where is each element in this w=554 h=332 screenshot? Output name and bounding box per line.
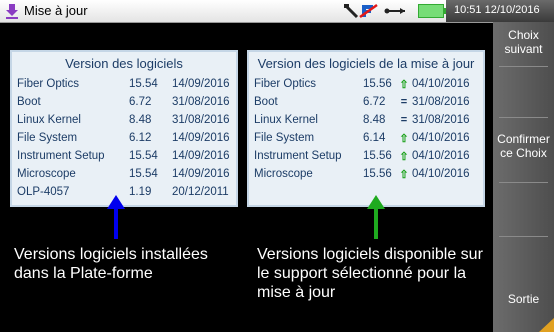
software-date: 31/08/2016 — [172, 114, 230, 126]
divider — [499, 182, 548, 183]
software-name: Fiber Optics — [17, 78, 79, 90]
softkey-sidebar: Choix suivant Confirmer ce Choix Sortie — [493, 22, 554, 332]
software-version: 6.12 — [129, 132, 152, 144]
software-name: Linux Kernel — [254, 114, 318, 126]
software-date: 31/08/2016 — [412, 96, 470, 108]
software-name: Microscope — [17, 168, 76, 180]
software-date: 14/09/2016 — [172, 132, 230, 144]
software-version: 15.54 — [129, 168, 158, 180]
window-title: Mise à jour — [24, 3, 88, 18]
software-version: 6.72 — [129, 96, 152, 108]
equal-icon: = — [400, 114, 408, 126]
table-row: Linux Kernel 8.48 31/08/2016 — [12, 114, 236, 132]
table-row: Boot 6.72 31/08/2016 — [12, 96, 236, 114]
software-name: Microscope — [254, 168, 313, 180]
clock: 10:51 12/10/2016 — [446, 0, 554, 22]
divider — [499, 117, 548, 118]
table-row: Instrument Setup 15.56 ⇧ 04/10/2016 — [249, 150, 483, 168]
table-row: Instrument Setup 15.54 14/09/2016 — [12, 150, 236, 168]
software-version: 15.56 — [363, 168, 392, 180]
installed-versions-panel: Version des logiciels Fiber Optics 15.54… — [10, 50, 238, 207]
table-row: Microscope 15.56 ⇧ 04/10/2016 — [249, 168, 483, 186]
software-version: 15.56 — [363, 78, 392, 90]
up-arrow-icon: ⇧ — [399, 151, 409, 163]
table-row: Linux Kernel 8.48 = 31/08/2016 — [249, 114, 483, 132]
update-versions-panel: Version des logiciels de la mise à jour … — [247, 50, 485, 207]
software-date: 20/12/2011 — [172, 186, 229, 198]
download-icon — [6, 4, 18, 19]
software-name: Boot — [254, 96, 278, 108]
update-pointer-arrow — [367, 195, 385, 239]
software-name: Linux Kernel — [17, 114, 81, 126]
clock-time: 10:51 — [454, 4, 482, 16]
confirm-choice-button[interactable]: Confirmer ce Choix — [493, 132, 554, 160]
battery-icon — [418, 4, 447, 18]
update-caption: Versions logiciels disponible sur le sup… — [257, 246, 483, 301]
update-versions-title: Version des logiciels de la mise à jour — [257, 56, 475, 71]
table-row: Boot 6.72 = 31/08/2016 — [249, 96, 483, 114]
software-version: 8.48 — [363, 114, 386, 126]
divider — [499, 66, 548, 67]
up-arrow-icon: ⇧ — [399, 79, 409, 91]
software-date: 31/08/2016 — [412, 114, 470, 126]
clock-date: 12/10/2016 — [484, 4, 540, 16]
software-date: 31/08/2016 — [172, 96, 230, 108]
software-version: 1.19 — [129, 186, 152, 198]
usb-icon — [384, 8, 405, 14]
tools-icon — [344, 3, 378, 19]
table-row: Fiber Optics 15.56 ⇧ 04/10/2016 — [249, 78, 483, 96]
table-row: File System 6.12 14/09/2016 — [12, 132, 236, 150]
software-date: 14/09/2016 — [172, 168, 230, 180]
software-version: 15.54 — [129, 78, 158, 90]
up-arrow-icon: ⇧ — [399, 133, 409, 145]
up-arrow-icon: ⇧ — [399, 169, 409, 181]
exit-button[interactable]: Sortie — [493, 292, 554, 306]
software-date: 04/10/2016 — [412, 132, 470, 144]
corner-accent-icon — [539, 318, 554, 332]
software-date: 14/09/2016 — [172, 150, 230, 162]
software-name: File System — [17, 132, 78, 144]
software-name: Instrument Setup — [17, 150, 105, 162]
installed-versions-title: Version des logiciels — [65, 56, 183, 71]
software-name: OLP-4057 — [17, 186, 70, 198]
divider — [499, 236, 548, 237]
software-version: 15.56 — [363, 150, 392, 162]
software-name: Fiber Optics — [254, 78, 316, 90]
software-date: 04/10/2016 — [412, 150, 470, 162]
software-name: File System — [254, 132, 315, 144]
table-row: File System 6.14 ⇧ 04/10/2016 — [249, 132, 483, 150]
software-version: 6.14 — [363, 132, 386, 144]
installed-caption: Versions logiciels installées dans la Pl… — [14, 246, 208, 282]
table-row: Fiber Optics 15.54 14/09/2016 — [12, 78, 236, 96]
equal-icon: = — [400, 96, 408, 108]
next-choice-button[interactable]: Choix suivant — [493, 28, 554, 56]
software-date: 14/09/2016 — [172, 78, 230, 90]
software-date: 04/10/2016 — [412, 168, 470, 180]
software-version: 15.54 — [129, 150, 158, 162]
software-version: 8.48 — [129, 114, 152, 126]
software-name: Boot — [17, 96, 41, 108]
table-row: Microscope 15.54 14/09/2016 — [12, 168, 236, 186]
installed-pointer-arrow — [107, 195, 125, 239]
title-bar: Mise à jour 10:51 12/10/2016 — [0, 0, 554, 23]
software-version: 6.72 — [363, 96, 386, 108]
software-date: 04/10/2016 — [412, 78, 470, 90]
software-name: Instrument Setup — [254, 150, 342, 162]
